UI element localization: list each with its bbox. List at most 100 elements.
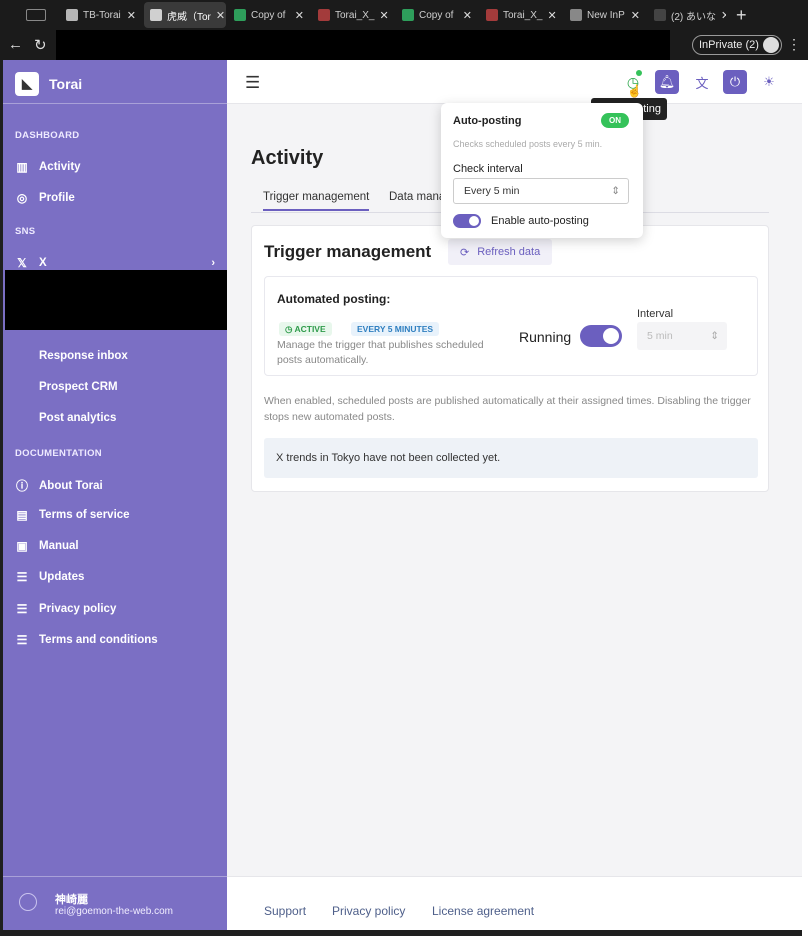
close-icon[interactable]: ✕ <box>463 9 472 22</box>
sun-icon[interactable]: ☀ <box>757 70 781 94</box>
favicon-icon <box>66 9 78 21</box>
window-menu-icon[interactable] <box>26 9 46 21</box>
user-email: rei@goemon-the-web.com <box>55 906 173 917</box>
chevron-right-icon: › <box>211 257 215 269</box>
brand[interactable]: ◣ Torai <box>15 72 82 96</box>
sidebar: ◣ Torai DASHBOARD ▥ Activity ◎ Profile SNS… <box>3 60 227 930</box>
list-icon: ☰ <box>16 570 28 584</box>
favicon-icon <box>234 9 246 21</box>
browser-tab[interactable]: New InP ✕ <box>564 2 646 28</box>
interval-select[interactable]: 5 min ⇕ <box>637 322 727 350</box>
browser-tab-active[interactable]: 虎威（Tor ✕ <box>144 2 226 28</box>
browser-tab[interactable]: TB-Torai ✕ <box>60 2 142 28</box>
reload-icon[interactable]: ↻ <box>34 36 47 54</box>
close-icon[interactable]: ✕ <box>216 9 225 22</box>
browser-tab[interactable]: Torai_X_ ✕ <box>312 2 394 28</box>
power-icon[interactable]: ⏻ <box>723 70 747 94</box>
back-icon[interactable]: ← <box>8 36 23 53</box>
tab-label: Copy of <box>419 9 454 21</box>
chart-icon: ▥ <box>16 160 28 174</box>
automated-posting-panel: Automated posting: ◷ ACTIVE EVERY 5 MINU… <box>264 276 758 376</box>
user-name: 神崎麗 <box>55 894 88 906</box>
cursor-icon: ☝ <box>627 84 642 98</box>
close-icon[interactable]: ✕ <box>295 9 304 22</box>
page-title: Activity <box>251 147 324 169</box>
sidebar-item-post-analytics[interactable]: Post analytics <box>39 412 116 424</box>
footer-link-license[interactable]: License agreement <box>432 904 534 918</box>
panel-description: Manage the trigger that publishes schedu… <box>277 339 484 366</box>
list-icon: ☰ <box>16 602 28 616</box>
status-badge: ◷ ACTIVE <box>279 322 332 336</box>
redacted-block <box>5 270 230 330</box>
favicon-icon <box>150 9 162 21</box>
enable-auto-posting-toggle[interactable] <box>453 214 481 228</box>
sidebar-item-updates[interactable]: ☰ Updates <box>15 570 215 584</box>
inprivate-label: InPrivate (2) <box>699 39 759 51</box>
inprivate-badge[interactable]: InPrivate (2) <box>692 35 782 55</box>
scrollbar[interactable] <box>802 60 808 936</box>
refresh-button[interactable]: ⟳ Refresh data <box>448 239 553 265</box>
check-interval-select[interactable]: Every 5 min ⇕ <box>453 178 629 204</box>
address-bar[interactable] <box>56 30 670 60</box>
top-bar: ☰ ◷ 🔔︎ 文 ⏻ ☀ <box>227 60 802 104</box>
favicon-icon <box>318 9 330 21</box>
browser-tab[interactable]: Torai_X_ ✕ <box>480 2 562 28</box>
tab-label: Torai_X_ <box>503 9 543 21</box>
tab-data-management[interactable]: Data mana <box>389 191 445 203</box>
new-tab-icon[interactable]: + <box>736 5 747 26</box>
more-menu-icon[interactable]: ⋮ <box>787 36 801 53</box>
info-box: X trends in Tokyo have not been collecte… <box>264 438 758 478</box>
footer-link-privacy[interactable]: Privacy policy <box>332 904 405 918</box>
close-icon[interactable]: ✕ <box>127 9 136 22</box>
tab-trigger-management[interactable]: Trigger management <box>263 191 370 211</box>
favicon-icon <box>486 9 498 21</box>
sidebar-item-privacy-policy[interactable]: ☰ Privacy policy <box>15 602 215 616</box>
interval-badge: EVERY 5 MINUTES <box>351 322 440 336</box>
sidebar-item-prospect-crm[interactable]: Prospect CRM <box>39 381 118 393</box>
popover-title: Auto-posting <box>453 115 522 127</box>
user-circle-icon: ◎ <box>16 191 28 205</box>
status-badge: ON <box>601 113 629 128</box>
tab-label: 虎威（Tor <box>167 11 211 23</box>
refresh-label: Refresh data <box>477 246 541 258</box>
toggle-knob <box>603 328 619 344</box>
bell-icon[interactable]: 🔔︎ <box>655 70 679 94</box>
footer-link-support[interactable]: Support <box>264 904 306 918</box>
hamburger-menu-icon[interactable]: ☰ <box>245 73 260 93</box>
brand-logo-icon: ◣ <box>15 72 39 96</box>
auto-posting-popover: Auto-posting ON Checks scheduled posts e… <box>441 103 643 238</box>
sidebar-item-label: Updates <box>39 571 85 583</box>
sidebar-item-terms-and-conditions[interactable]: ☰ Terms and conditions <box>15 633 215 647</box>
close-icon[interactable]: ✕ <box>547 9 556 22</box>
translate-icon[interactable]: 文 <box>690 70 714 94</box>
section-dashboard: DASHBOARD <box>15 130 80 141</box>
favicon-icon <box>402 9 414 21</box>
sidebar-item-activity[interactable]: ▥ Activity <box>15 160 215 174</box>
sidebar-item-manual[interactable]: ▣ Manual <box>15 539 215 553</box>
refresh-icon: ⟳ <box>460 246 470 259</box>
browser-tab[interactable]: (2) あいな ✕ <box>648 2 726 28</box>
close-icon[interactable]: ✕ <box>721 9 726 22</box>
interval-label: Interval <box>637 308 674 320</box>
close-icon[interactable]: ✕ <box>631 9 640 22</box>
close-icon[interactable]: ✕ <box>379 9 388 22</box>
user-avatar[interactable] <box>19 893 37 911</box>
chevron-updown-icon: ⇕ <box>710 330 719 342</box>
running-toggle[interactable] <box>580 325 622 347</box>
sidebar-item-x[interactable]: 𝕏 X › <box>15 256 215 270</box>
sidebar-item-response-inbox[interactable]: Response inbox <box>39 350 128 362</box>
check-interval-value: Every 5 min <box>464 185 520 197</box>
browser-tab[interactable]: Copy of ✕ <box>396 2 478 28</box>
document-icon: ▤ <box>16 508 28 522</box>
browser-tab[interactable]: Copy of ✕ <box>228 2 310 28</box>
x-logo-icon: 𝕏 <box>17 256 27 270</box>
sidebar-item-about[interactable]: ⓘ About Torai <box>15 477 215 494</box>
sidebar-item-terms-of-service[interactable]: ▤ Terms of service <box>15 508 215 522</box>
list-icon: ☰ <box>16 633 28 647</box>
interval-value: 5 min <box>647 330 673 342</box>
tab-label: Torai_X_ <box>335 9 375 21</box>
sidebar-item-label: About Torai <box>39 479 103 492</box>
sidebar-item-profile[interactable]: ◎ Profile <box>15 191 215 205</box>
sidebar-item-label: Profile <box>39 192 75 204</box>
enable-auto-posting-label: Enable auto-posting <box>491 215 589 227</box>
